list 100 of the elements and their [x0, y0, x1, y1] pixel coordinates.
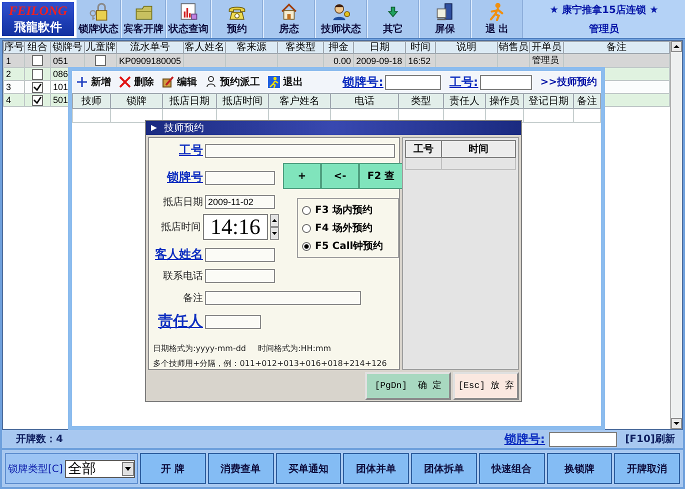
column-header[interactable]: 锁牌 — [110, 94, 162, 108]
column-header[interactable]: 操作员 — [486, 94, 524, 108]
toolbar-button[interactable]: 锁牌状态 — [76, 0, 121, 38]
keypad-button[interactable]: + — [283, 163, 321, 189]
toolbar-button[interactable]: 预约 — [211, 0, 263, 38]
field-link[interactable]: 客人姓名 — [155, 247, 203, 261]
cancel-button[interactable]: [Esc] 放 弃 — [453, 372, 519, 400]
column-header[interactable]: 责任人 — [444, 94, 486, 108]
time-field[interactable]: 14:16 — [202, 214, 268, 240]
checkbox[interactable] — [32, 55, 43, 66]
column-header[interactable]: 流水单号 — [116, 42, 184, 54]
column-header[interactable]: 客人姓名 — [184, 42, 226, 54]
column-header[interactable]: 备注 — [574, 94, 600, 108]
type-dropdown[interactable]: 全部 — [64, 460, 135, 478]
field-label: 备注 — [183, 293, 203, 304]
radio-button[interactable] — [302, 206, 311, 214]
toolbar-button[interactable]: 编辑 — [162, 75, 197, 89]
input-field[interactable] — [205, 291, 361, 305]
scrollbar[interactable] — [670, 41, 682, 430]
column-header[interactable]: 押金 — [324, 42, 354, 54]
column-header[interactable]: 登记日期 — [524, 94, 574, 108]
checkbox[interactable] — [32, 82, 43, 92]
field-link[interactable]: 锁牌号 — [167, 170, 203, 184]
edit-icon — [162, 76, 174, 88]
lock-number-link[interactable]: 锁牌号: — [342, 74, 384, 90]
booking-link[interactable]: >>技师预约 — [540, 75, 597, 89]
input-field[interactable] — [205, 144, 395, 158]
keypad-button[interactable]: <- — [321, 163, 359, 189]
column-header[interactable]: 销售员 — [498, 42, 530, 54]
lock-number-link[interactable]: 锁牌号: — [504, 430, 546, 448]
column-header[interactable]: 抵店日期 — [162, 94, 216, 108]
action-button[interactable]: 团体并单 — [343, 453, 409, 484]
toolbar-button[interactable]: 状态查询 — [166, 0, 211, 38]
store-name: ★ 康宁推拿15店连锁 ★ — [550, 3, 658, 16]
toolbar-button[interactable]: 预约派工 — [205, 75, 260, 89]
field-label: 联系电话 — [163, 271, 203, 282]
input-field[interactable] — [480, 74, 532, 90]
column-header[interactable]: 技师 — [72, 94, 110, 108]
hint-text: 日期格式为:yyyy-mm-dd — [153, 343, 246, 354]
table-row[interactable]: 1 051 KP0909180005 0.00 2009-09-18 16:52 管理员 — [4, 54, 670, 68]
checkbox[interactable] — [32, 68, 43, 80]
column-header[interactable]: 说明 — [436, 42, 498, 54]
action-button[interactable]: 买单通知 — [276, 453, 342, 484]
open-count: 开牌数：4 — [16, 432, 63, 446]
toolbar-button[interactable]: 技师状态 — [315, 0, 367, 38]
keypad-button[interactable]: F2 查 — [359, 163, 403, 189]
window-icon — [150, 124, 158, 132]
field-link[interactable]: 责任人 — [158, 312, 203, 330]
column-header[interactable]: 客户姓名 — [268, 94, 330, 108]
column-header[interactable]: 锁牌号 — [50, 42, 84, 54]
toolbar-button[interactable]: 房态 — [263, 0, 315, 38]
checkbox[interactable] — [32, 94, 43, 106]
column-header[interactable]: 序号 — [4, 42, 24, 54]
hint-text: 多个技师用+分隔，例：011+012+013+016+018+214+126 — [153, 358, 387, 369]
input-field[interactable] — [205, 248, 275, 262]
action-button[interactable]: 团体拆单 — [411, 453, 477, 484]
column-header[interactable]: 类型 — [398, 94, 444, 108]
staff-number-link[interactable]: 工号: — [449, 74, 478, 90]
input-field[interactable]: 2009-11-02 — [205, 195, 275, 209]
column-header[interactable]: 时间 — [406, 42, 436, 54]
toolbar-button[interactable]: 其它 — [367, 0, 419, 38]
column-header[interactable]: 客来源 — [226, 42, 278, 54]
figure-icon — [205, 76, 217, 88]
column-header[interactable]: 电话 — [330, 94, 398, 108]
column-header[interactable]: 时间 — [442, 140, 516, 158]
running-person-icon — [268, 76, 280, 88]
input-field[interactable] — [385, 74, 442, 90]
input-field[interactable] — [205, 269, 275, 283]
column-header[interactable]: 工号 — [406, 140, 442, 158]
refresh-label: [F10]刷新 — [625, 432, 675, 446]
radio-button[interactable] — [302, 242, 311, 250]
input-field[interactable] — [205, 314, 261, 328]
spinner[interactable] — [270, 214, 279, 240]
field-link[interactable]: 工号 — [179, 143, 203, 157]
action-button[interactable]: 开 牌 — [140, 453, 206, 484]
toolbar-button[interactable]: 退出 — [268, 75, 303, 89]
checkbox[interactable] — [95, 55, 106, 66]
column-header[interactable]: 抵店时间 — [216, 94, 268, 108]
radio-option[interactable]: F5 Call钟预约 — [302, 239, 394, 253]
input-field[interactable] — [549, 432, 618, 447]
column-header[interactable]: 客类型 — [278, 42, 324, 54]
column-header[interactable]: 日期 — [354, 42, 406, 54]
toolbar-button[interactable]: 宾客开牌 — [121, 0, 166, 38]
action-button[interactable]: 开牌取消 — [614, 453, 680, 484]
column-header[interactable]: 儿童牌 — [84, 42, 116, 54]
column-header[interactable]: 组合 — [24, 42, 50, 54]
radio-button[interactable] — [302, 224, 311, 232]
toolbar-button[interactable]: 屏保 — [419, 0, 471, 38]
confirm-button[interactable]: [PgDn] 确 定 — [365, 372, 451, 400]
logo-text: 飛龍軟件 — [14, 18, 62, 36]
radio-option[interactable]: F3 场内预约 — [302, 203, 394, 217]
toolbar-button[interactable]: 删除 — [119, 75, 154, 89]
action-button[interactable]: 消费查单 — [208, 453, 274, 484]
radio-option[interactable]: F4 场外预约 — [302, 221, 394, 235]
action-button[interactable]: 换锁牌 — [546, 453, 612, 484]
action-button[interactable]: 快速组合 — [478, 453, 544, 484]
field-label: 抵店时间 — [160, 222, 201, 233]
column-header[interactable]: 备注 — [564, 42, 670, 54]
input-field[interactable] — [205, 170, 275, 184]
column-header[interactable]: 开单员 — [530, 42, 564, 54]
